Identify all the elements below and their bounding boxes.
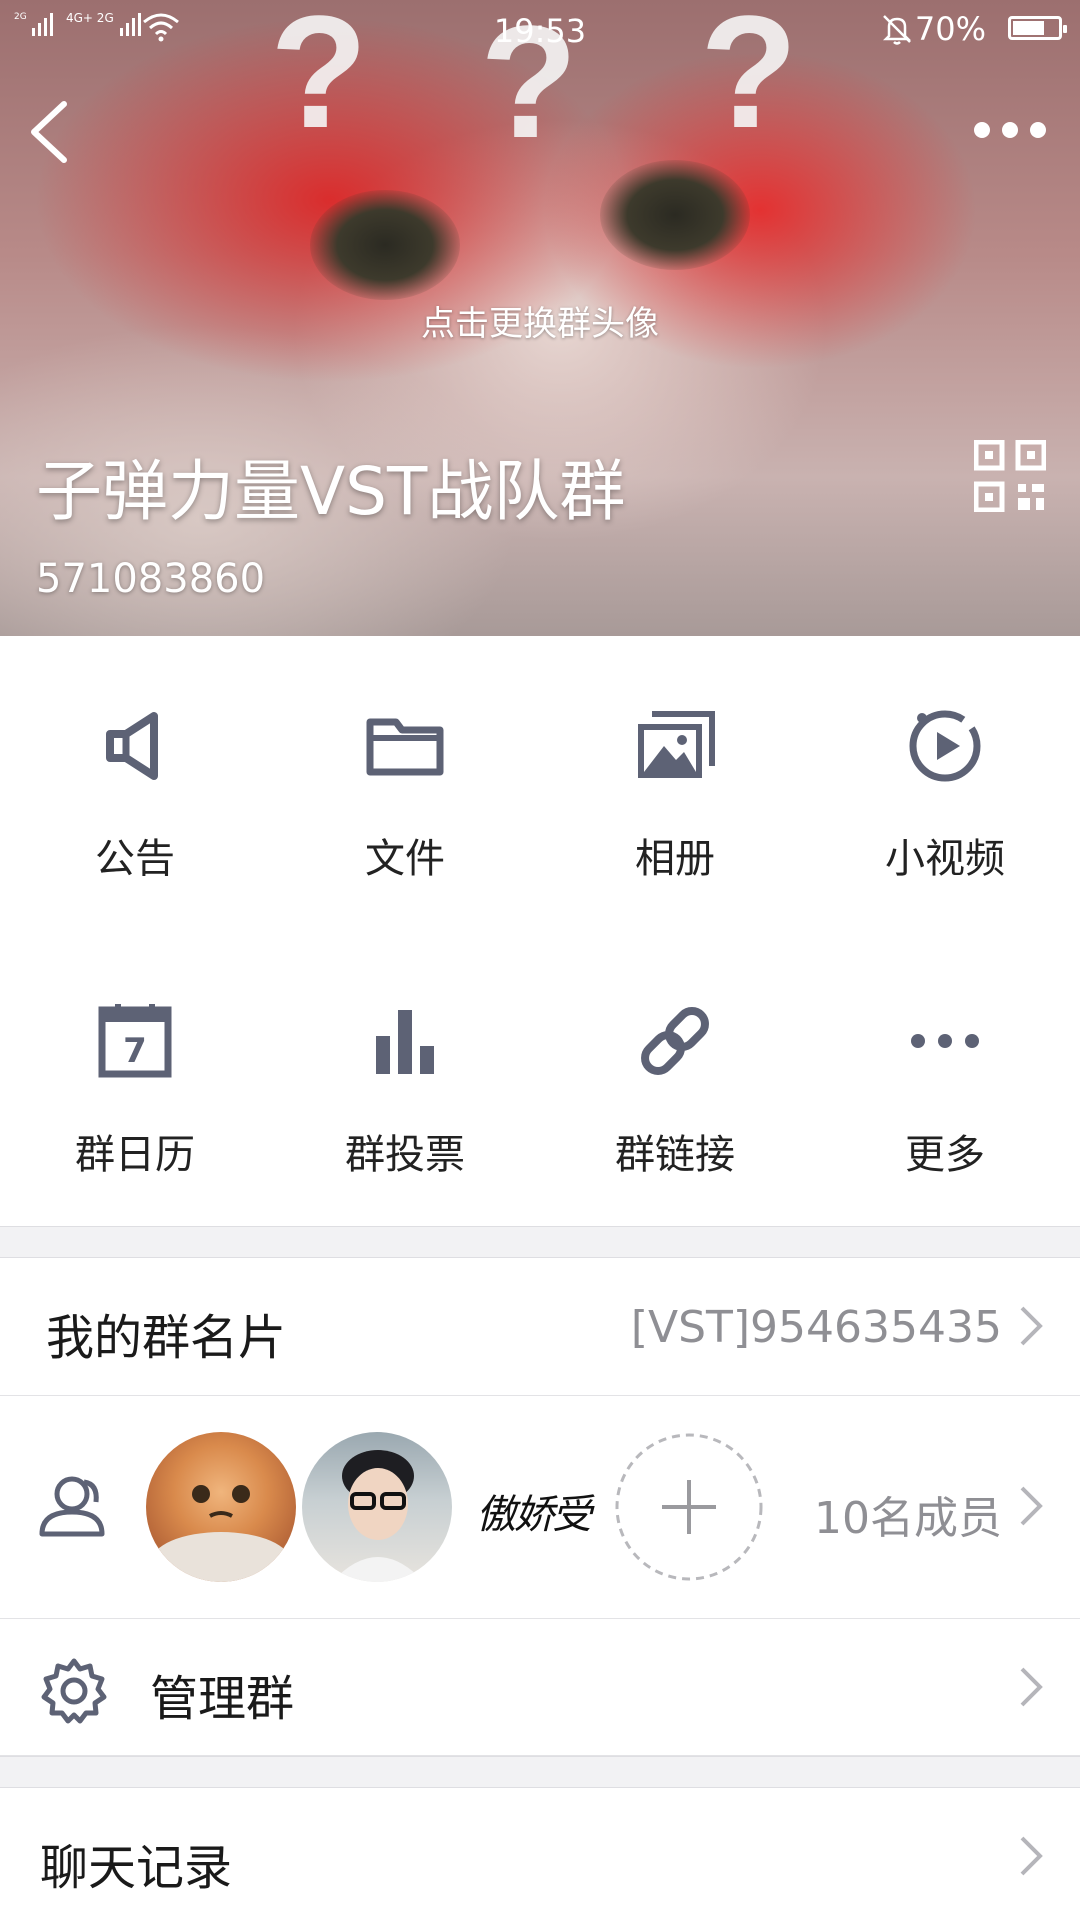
add-member-button[interactable] (614, 1432, 764, 1582)
feature-short-video[interactable]: 小视频 (810, 700, 1080, 884)
status-bar: 2G 4G+ 2G 19:53 70% (0, 0, 1080, 60)
group-avatar-banner[interactable]: ? ? ? 2G 4G+ 2G 19:53 70% 点击更换群头像 子弹力量VS… (0, 0, 1080, 636)
calendar-icon: 7 (98, 1004, 172, 1078)
feature-vote[interactable]: 群投票 (270, 996, 540, 1180)
banner-photo-detail (310, 190, 460, 300)
manage-group-label: 管理群 (150, 1671, 295, 1727)
section-divider (0, 1756, 1080, 1788)
chevron-right-icon (1020, 1836, 1043, 1876)
chevron-right-icon (1020, 1306, 1043, 1346)
group-name: 子弹力量VST战队群 (36, 453, 626, 530)
member-avatar-man[interactable] (302, 1432, 452, 1582)
feature-group-link[interactable]: 群链接 (540, 996, 810, 1180)
photo-album-icon (638, 711, 715, 778)
feature-calendar[interactable]: 7 群日历 (0, 996, 270, 1180)
members-icon (39, 1476, 105, 1537)
manage-group-row[interactable]: 管理群 (0, 1619, 1080, 1756)
chat-history-label: 聊天记录 (40, 1840, 233, 1896)
more-dots-icon (911, 1034, 979, 1048)
feature-album[interactable]: 相册 (540, 700, 810, 884)
banner-photo-detail (600, 160, 750, 270)
feature-label: 相册 (635, 836, 715, 882)
chat-history-row[interactable]: 聊天记录 (0, 1788, 1080, 1920)
feature-files[interactable]: 文件 (270, 700, 540, 884)
battery-percent: 70% (914, 10, 986, 48)
my-group-card-value: [VST]954635435 (630, 1302, 1002, 1353)
qr-code-icon[interactable] (974, 440, 1046, 512)
bar-chart-icon (376, 1010, 434, 1074)
calligraphy-text: 傲娇受 (476, 1492, 592, 1538)
feature-label: 公告 (95, 836, 175, 882)
silent-bell-icon (882, 15, 912, 45)
my-group-card-row[interactable]: 我的群名片 [VST]954635435 (0, 1258, 1080, 1396)
megaphone-icon (106, 712, 158, 780)
members-row[interactable]: 傲娇受 10名成员 (0, 1396, 1080, 1619)
member-count: 10名成员 (814, 1493, 1002, 1544)
change-avatar-hint[interactable]: 点击更换群头像 (0, 296, 1080, 345)
chevron-right-icon (1020, 1667, 1043, 1707)
link-icon (641, 1007, 709, 1075)
video-play-icon (909, 710, 981, 782)
member-avatar-cat[interactable] (146, 1432, 296, 1582)
feature-announcement[interactable]: 公告 (0, 700, 270, 884)
chevron-right-icon (1020, 1486, 1043, 1526)
feature-label: 群投票 (345, 1132, 465, 1178)
my-group-card-label: 我的群名片 (46, 1310, 287, 1366)
feature-label: 文件 (365, 836, 445, 882)
feature-grid: 公告 文件 相册 小视频 7 群日历 群投票 群链接 更多 (0, 636, 1080, 1226)
svg-text:7: 7 (123, 1031, 147, 1071)
man-glasses-avatar-image (332, 1450, 424, 1582)
feature-label: 群链接 (615, 1132, 735, 1178)
section-divider (0, 1226, 1080, 1258)
more-options-icon[interactable] (970, 110, 1050, 150)
back-arrow-icon[interactable] (20, 96, 80, 168)
feature-label: 小视频 (885, 836, 1005, 882)
gear-icon (41, 1658, 107, 1724)
member-avatar-calligraphy[interactable]: 傲娇受 (458, 1432, 608, 1582)
folder-icon (366, 718, 444, 776)
feature-label: 更多 (905, 1132, 985, 1178)
cat-face-icon (151, 1485, 291, 1582)
group-id: 571083860 (36, 556, 266, 602)
feature-more[interactable]: 更多 (810, 996, 1080, 1180)
battery-icon (1008, 16, 1067, 40)
feature-label: 群日历 (75, 1132, 195, 1178)
